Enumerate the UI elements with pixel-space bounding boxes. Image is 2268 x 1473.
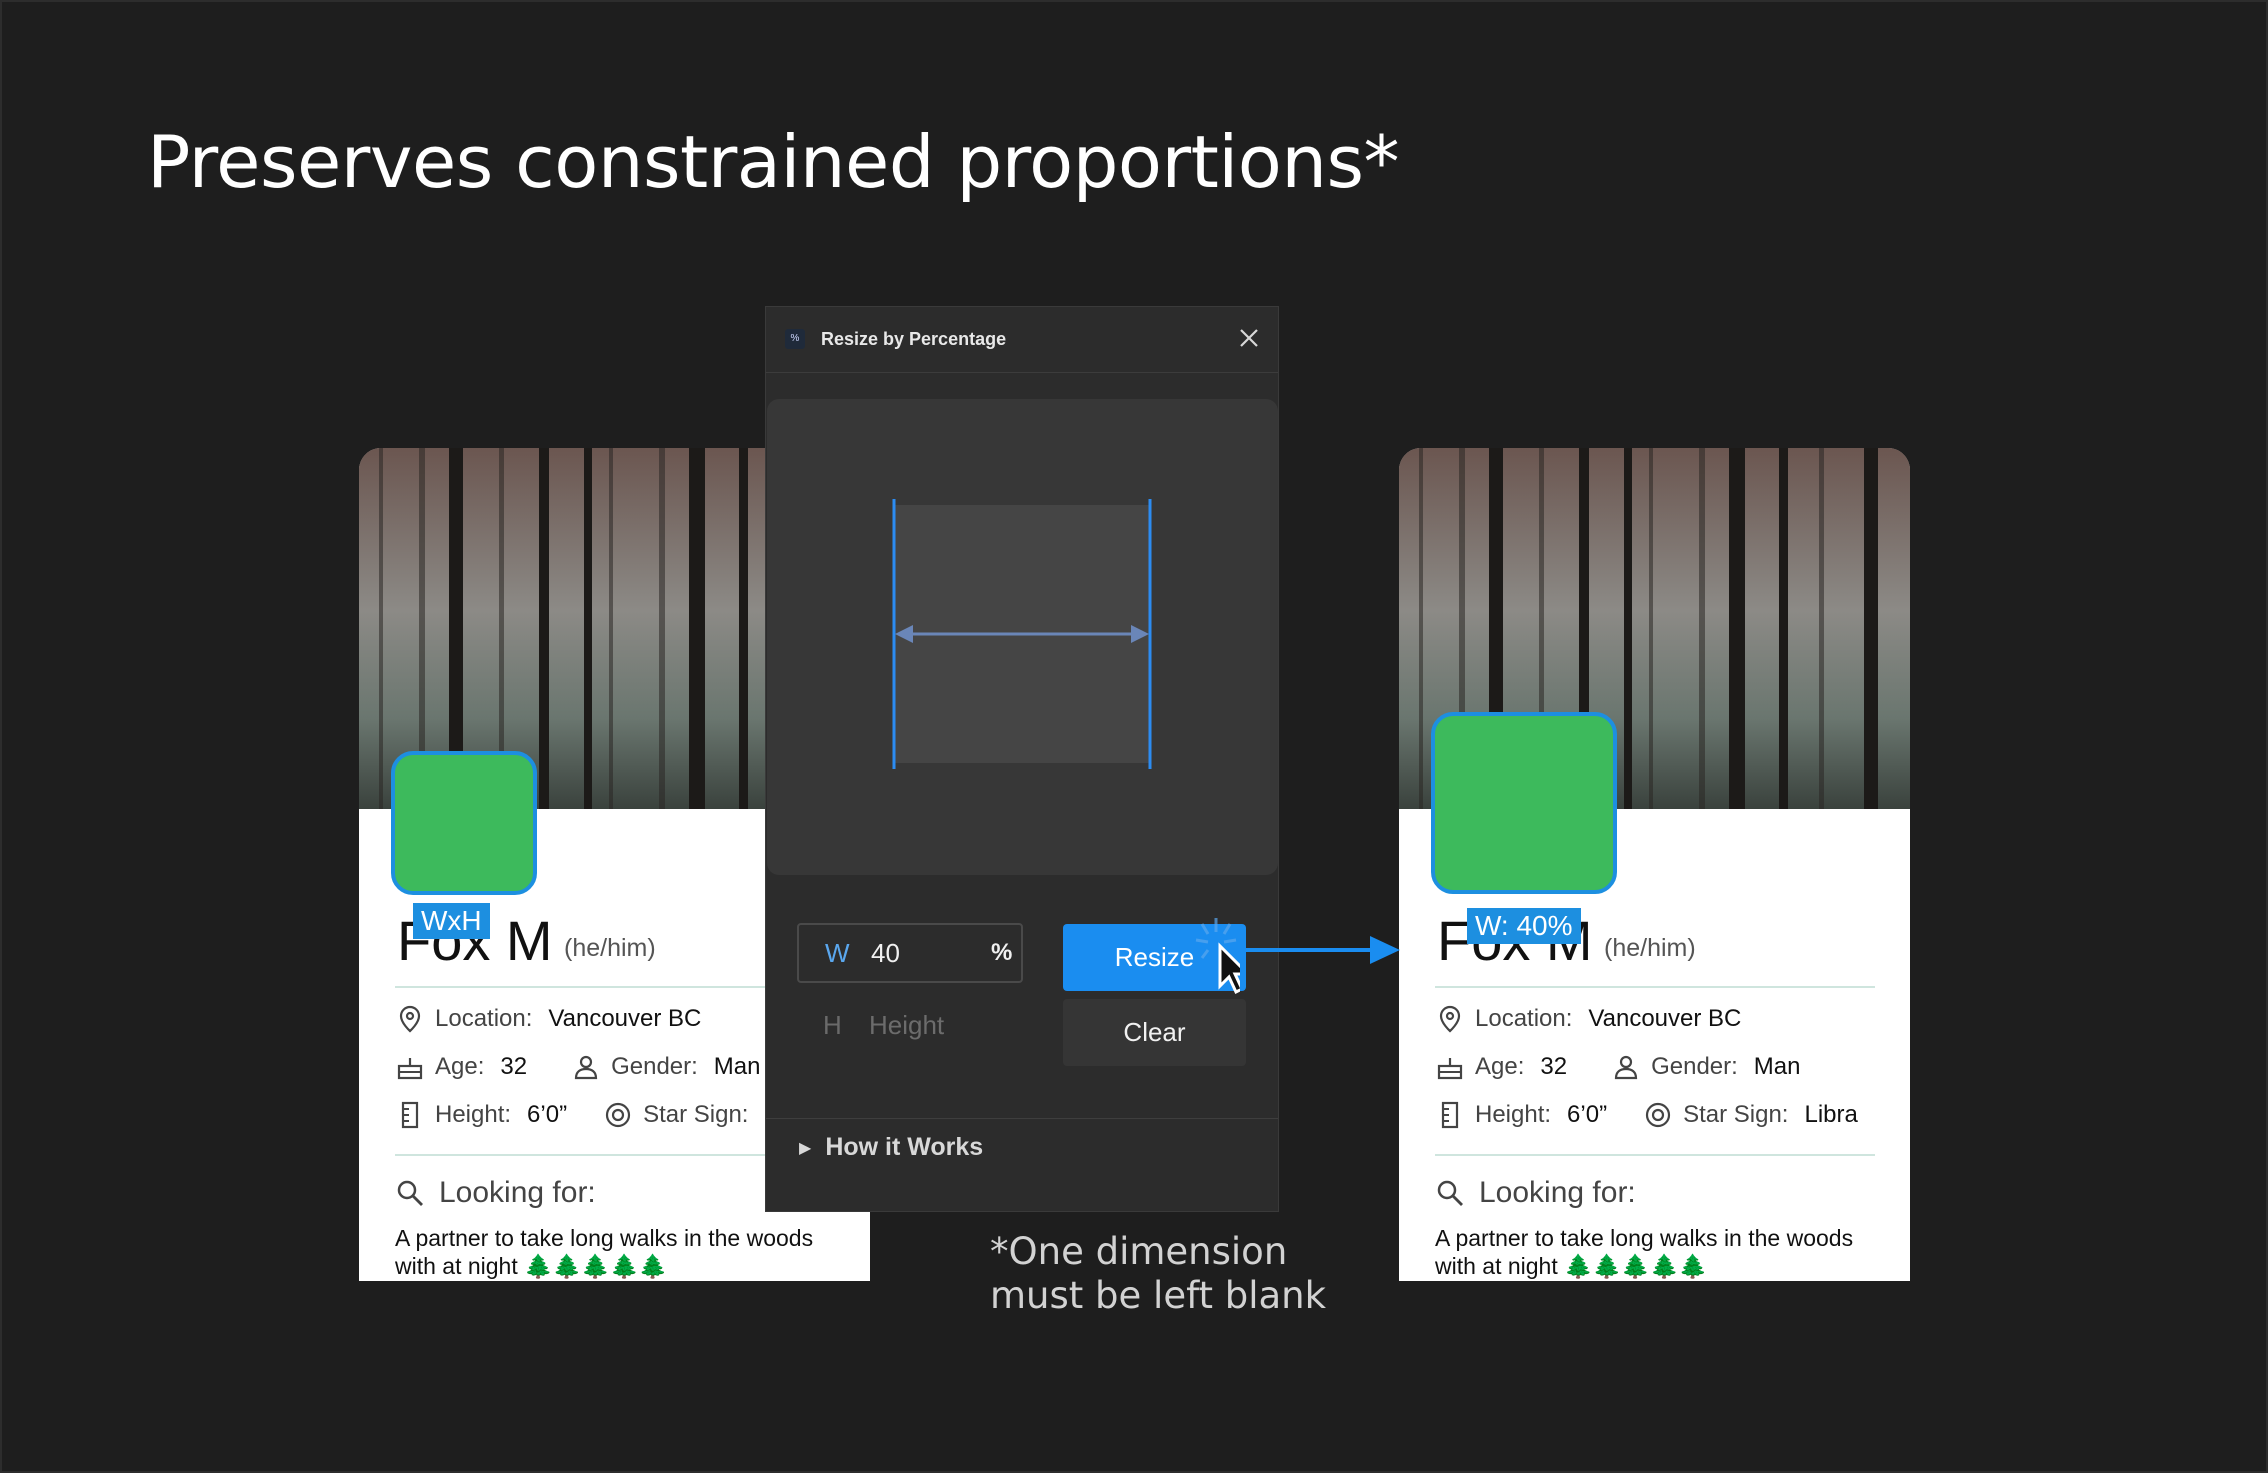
profile-card-after: Fox M (he/him) Location: Vancouver BC Ag… — [1399, 448, 1910, 1281]
footnote-line-1: *One dimension — [990, 1230, 1288, 1273]
panel-title: Resize by Percentage — [821, 329, 1007, 349]
person-icon — [574, 1055, 598, 1080]
height-value: 6’0” — [527, 1101, 568, 1128]
plugin-app-icon: % — [785, 329, 805, 349]
star-sign-label: Star Sign: — [643, 1101, 749, 1128]
ruler-icon — [401, 1101, 419, 1129]
avatar-resized[interactable] — [1431, 712, 1617, 894]
width-input[interactable]: W 40 % — [797, 923, 1023, 983]
width-value: 40 — [871, 937, 900, 968]
location-label: Location: — [1475, 1005, 1573, 1032]
star-sign-icon — [605, 1102, 631, 1128]
height-row: Height: 6’0” Star Sign: — [395, 1100, 764, 1130]
height-placeholder: Height — [869, 1009, 945, 1040]
footnote: *One dimension must be left blank — [990, 1230, 1326, 1318]
gender-value: Man — [1753, 1053, 1801, 1080]
profile-pronoun: (he/him) — [1604, 934, 1696, 962]
arrow-right-icon — [1242, 936, 1400, 964]
looking-for-heading: Looking for: — [395, 1176, 596, 1210]
age-value: 32 — [1540, 1053, 1568, 1080]
location-value: Vancouver BC — [1588, 1005, 1742, 1032]
height-label: Height: — [1475, 1101, 1552, 1128]
resize-plugin-panel: % Resize by Percentage W 40 % H Height R… — [765, 306, 1279, 1212]
close-icon[interactable] — [1236, 325, 1262, 351]
looking-for-heading: Looking for: — [1435, 1176, 1636, 1210]
age-row: Age: 32 Gender: Man — [395, 1052, 760, 1082]
star-sign-icon — [1645, 1102, 1671, 1128]
height-value: 6’0” — [1567, 1101, 1608, 1128]
divider — [1435, 1154, 1875, 1156]
star-sign-value: Libra — [1804, 1101, 1858, 1128]
gender-label: Gender: — [1651, 1053, 1738, 1080]
person-icon — [1614, 1055, 1638, 1080]
height-label: Height: — [435, 1101, 512, 1128]
location-label: Location: — [435, 1005, 533, 1032]
cake-icon — [397, 1058, 423, 1080]
age-value: 32 — [500, 1053, 528, 1080]
dimension-tag: WxH — [413, 903, 490, 939]
width-prefix: W — [825, 937, 850, 968]
caret-right-icon: ▶ — [799, 1139, 812, 1157]
how-it-works-toggle[interactable]: ▶ How it Works — [799, 1133, 983, 1162]
dimension-tag: W: 40% — [1467, 908, 1581, 944]
gender-label: Gender: — [611, 1053, 698, 1080]
age-label: Age: — [435, 1053, 485, 1080]
cake-icon — [1437, 1058, 1463, 1080]
age-label: Age: — [1475, 1053, 1525, 1080]
age-row: Age: 32 Gender: Man — [1435, 1052, 1800, 1082]
avatar-selected[interactable] — [391, 751, 537, 895]
resize-preview — [767, 399, 1278, 875]
height-input[interactable]: H Height — [797, 995, 1023, 1055]
ruler-icon — [1441, 1101, 1459, 1129]
gender-value: Man — [713, 1053, 761, 1080]
divider — [766, 1118, 1278, 1119]
looking-for-description: A partner to take long walks in the wood… — [395, 1225, 814, 1279]
location-row: Location: Vancouver BC — [395, 1004, 701, 1034]
panel-header: % Resize by Percentage — [766, 307, 1278, 373]
divider — [1435, 986, 1875, 988]
location-value: Vancouver BC — [548, 1005, 702, 1032]
looking-for-label: Looking for: — [1479, 1176, 1636, 1209]
looking-for-description: A partner to take long walks in the wood… — [1435, 1225, 1854, 1279]
location-pin-icon — [1439, 1005, 1461, 1033]
location-pin-icon — [399, 1005, 421, 1033]
search-icon — [1437, 1180, 1463, 1206]
looking-for-label: Looking for: — [439, 1176, 596, 1209]
footnote-line-2: must be left blank — [990, 1274, 1327, 1317]
width-unit: % — [991, 939, 1013, 966]
location-row: Location: Vancouver BC — [1435, 1004, 1741, 1034]
page-title: Preserves constrained proportions* — [147, 120, 1400, 204]
search-icon — [397, 1180, 423, 1206]
height-row: Height: 6’0” Star Sign: Libra — [1435, 1100, 1858, 1130]
presentation-slide: Preserves constrained proportions* Fox M… — [0, 0, 2268, 1473]
profile-pronoun: (he/him) — [564, 934, 656, 962]
height-prefix: H — [823, 1009, 842, 1040]
star-sign-label: Star Sign: — [1683, 1101, 1789, 1128]
how-it-works-label: How it Works — [825, 1133, 984, 1161]
mouse-cursor-icon — [1195, 918, 1240, 995]
